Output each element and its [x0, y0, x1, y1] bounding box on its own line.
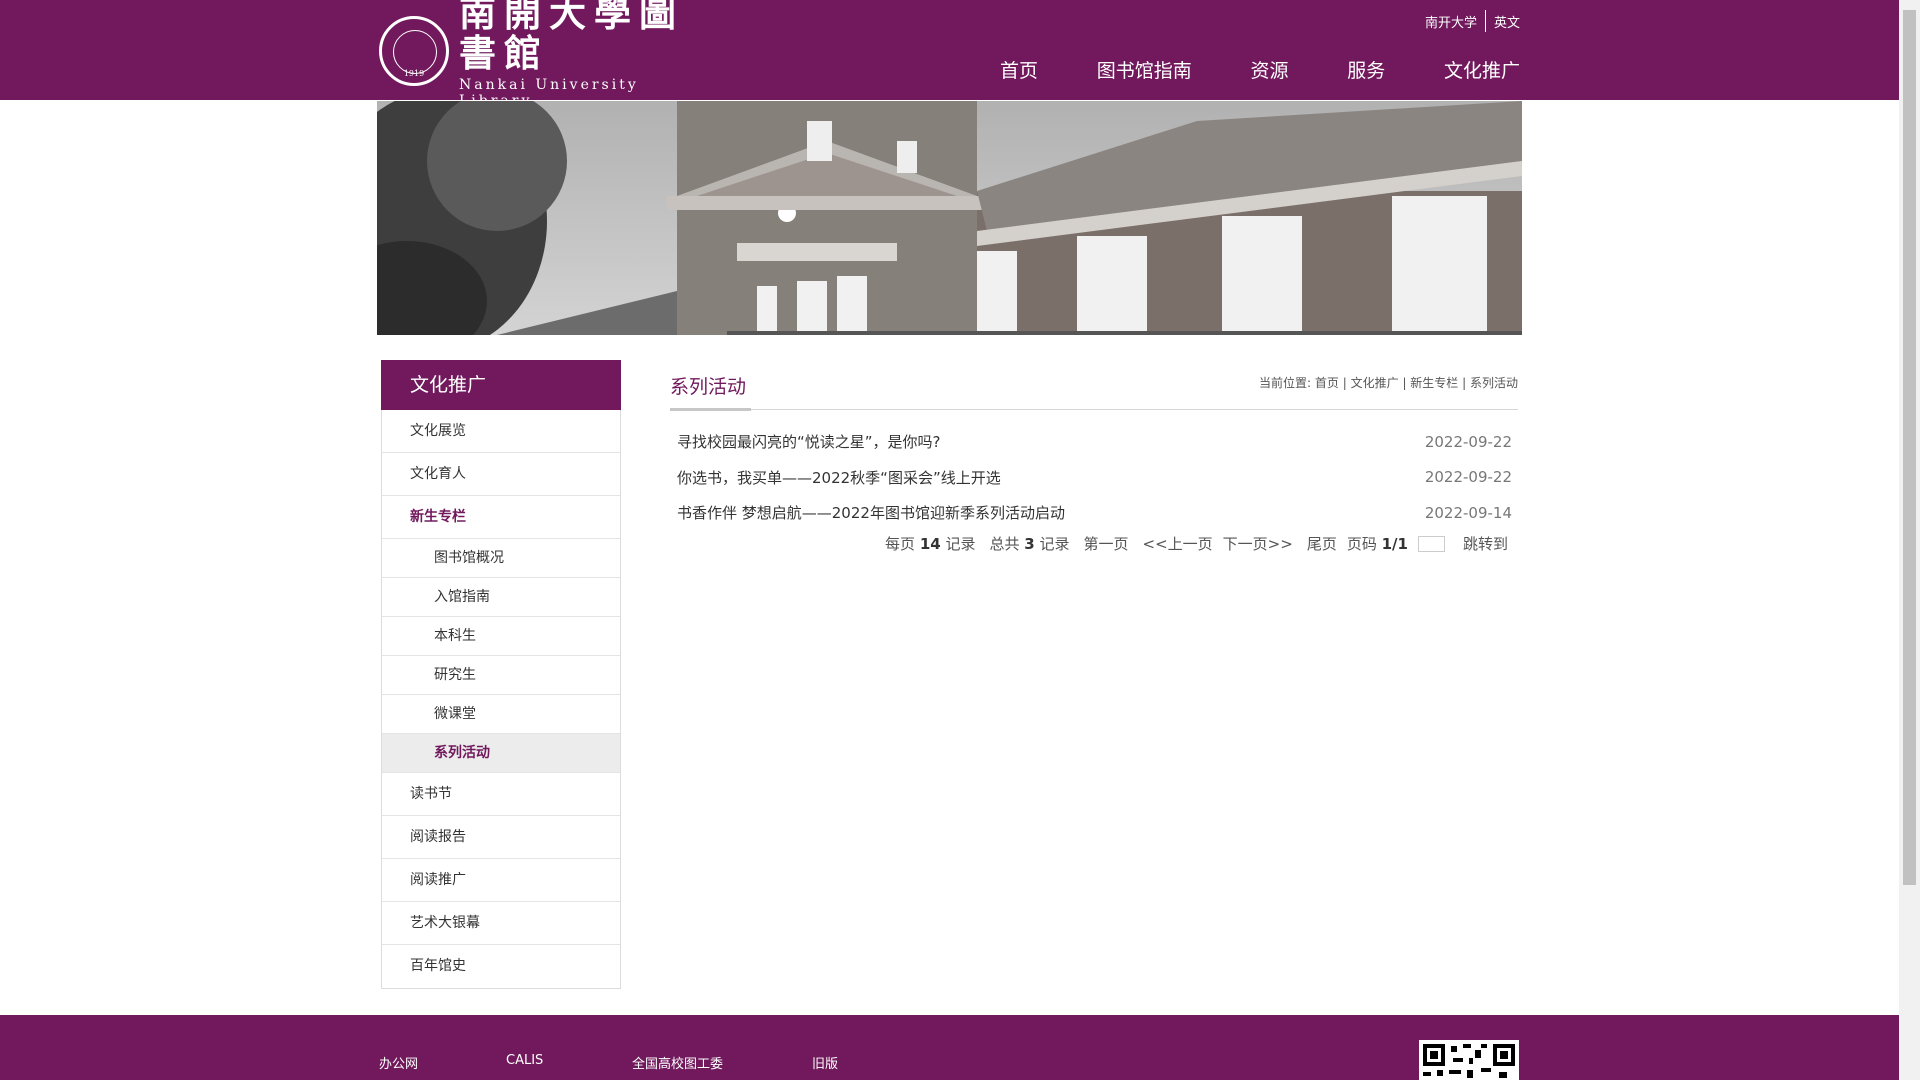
page-title: 系列活动 — [670, 376, 747, 398]
breadcrumb: 当前位置: 首页 | 文化推广 | 新生专栏 | 系列活动 — [1259, 376, 1518, 390]
footer-link-office[interactable]: 办公网 — [379, 1053, 506, 1072]
breadcrumb-home[interactable]: 首页 — [1315, 376, 1339, 390]
university-seal-icon: 1919 — [379, 16, 449, 86]
nav-library-guide[interactable]: 图书馆指南 — [1097, 56, 1192, 82]
news-title-link[interactable]: 你选书，我买单——2022秋季“图采会”线上开选 — [677, 467, 1001, 488]
list-item: 书香作伴 梦想启航——2022年图书馆迎新季系列活动启动 2022-09-14 — [670, 495, 1518, 531]
pager-total-value: 3 — [1024, 534, 1035, 553]
sidebar: 文化推广 文化展览 文化育人 新生专栏 图书馆概况 入馆指南 本科生 研究生 微… — [381, 360, 621, 989]
pager-per-page-prefix: 每页 — [885, 535, 916, 553]
top-links: 南开大学 英文 — [1410, 10, 1520, 32]
sidebar-item-reading-festival[interactable]: 读书节 — [382, 773, 620, 816]
news-title-link[interactable]: 书香作伴 梦想启航——2022年图书馆迎新季系列活动启动 — [677, 502, 1065, 523]
pagination: 每页 14 记录 总共 3 记录 第一页 <<上一页 下一页>> 尾页 页码 1… — [885, 533, 1508, 554]
breadcrumb-series[interactable]: 系列活动 — [1470, 376, 1518, 390]
breadcrumb-freshman[interactable]: 新生专栏 — [1410, 376, 1458, 390]
divider — [1484, 10, 1486, 32]
pager-page-label: 页码 — [1346, 535, 1377, 553]
pager-jump-button[interactable]: 跳转到 — [1463, 533, 1508, 554]
sidebar-title: 文化推广 — [381, 360, 621, 410]
site-header: 1919 南開大學圖書館 Nankai University Library 南… — [0, 0, 1899, 109]
sidebar-subitem-undergraduate[interactable]: 本科生 — [382, 617, 620, 656]
pager-total-records-label: 记录 — [1039, 535, 1070, 553]
footer-link-calis[interactable]: CALIS — [506, 1053, 632, 1072]
top-link-english[interactable]: 英文 — [1494, 12, 1520, 31]
news-list: 寻找校园最闪亮的“悦读之星”，是你吗? 2022-09-22 你选书，我买单——… — [670, 424, 1518, 531]
news-date: 2022-09-22 — [1424, 468, 1512, 487]
seal-year: 1919 — [403, 69, 425, 78]
footer-link-old-version[interactable]: 旧版 — [812, 1053, 838, 1072]
top-link-nankai[interactable]: 南开大学 — [1425, 12, 1477, 31]
sidebar-list: 文化展览 文化育人 新生专栏 图书馆概况 入馆指南 本科生 研究生 微课堂 系列… — [381, 410, 621, 989]
scrollbar-thumb[interactable] — [1903, 10, 1916, 885]
pager-last-link[interactable]: 尾页 — [1307, 533, 1337, 554]
list-item: 你选书，我买单——2022秋季“图采会”线上开选 2022-09-22 — [670, 460, 1518, 496]
pager-records-label: 记录 — [945, 535, 976, 553]
library-building-photo — [377, 101, 1522, 335]
footer-links: 办公网 CALIS 全国高校图工委 旧版 — [379, 1053, 838, 1072]
news-date: 2022-09-14 — [1424, 503, 1512, 522]
list-item: 寻找校园最闪亮的“悦读之星”，是你吗? 2022-09-22 — [670, 424, 1518, 460]
sidebar-subitem-micro-class[interactable]: 微课堂 — [382, 695, 620, 734]
breadcrumb-prefix: 当前位置: — [1259, 376, 1312, 390]
pager-next-link[interactable]: 下一页>> — [1223, 533, 1293, 554]
main-content: 系列活动 当前位置: 首页 | 文化推广 | 新生专栏 | 系列活动 寻找校园最… — [670, 360, 1518, 553]
news-date: 2022-09-22 — [1424, 432, 1512, 451]
page-scrollbar[interactable] — [1899, 0, 1920, 1080]
nav-resources[interactable]: 资源 — [1250, 56, 1288, 82]
sidebar-subitem-series-activities[interactable]: 系列活动 — [382, 734, 620, 773]
sidebar-item-freshman-column[interactable]: 新生专栏 — [382, 496, 620, 539]
qr-code-icon — [1419, 1040, 1519, 1080]
pager-prev-link[interactable]: <<上一页 — [1143, 533, 1213, 554]
title-underline — [670, 408, 751, 411]
breadcrumb-culture[interactable]: 文化推广 — [1351, 376, 1399, 390]
nav-home[interactable]: 首页 — [1000, 56, 1038, 82]
main-nav: 首页 图书馆指南 资源 服务 文化推广 — [1000, 56, 1520, 82]
sidebar-subitem-library-overview[interactable]: 图书馆概况 — [382, 539, 620, 578]
pager-first-link[interactable]: 第一页 — [1084, 533, 1129, 554]
news-title-link[interactable]: 寻找校园最闪亮的“悦读之星”，是你吗? — [677, 431, 941, 452]
nav-culture-promotion[interactable]: 文化推广 — [1444, 56, 1520, 82]
logo-chinese-name: 南開大學圖書館 — [459, 0, 684, 75]
pager-total-prefix: 总共 — [989, 535, 1020, 553]
library-logo[interactable]: 1919 南開大學圖書館 Nankai University Library — [379, 0, 709, 109]
sidebar-item-culture-exhibition[interactable]: 文化展览 — [382, 410, 620, 453]
sidebar-item-art-screen[interactable]: 艺术大银幕 — [382, 902, 620, 945]
sidebar-subitem-graduate[interactable]: 研究生 — [382, 656, 620, 695]
sidebar-item-culture-education[interactable]: 文化育人 — [382, 453, 620, 496]
sidebar-item-reading-promotion[interactable]: 阅读推广 — [382, 859, 620, 902]
nav-services[interactable]: 服务 — [1347, 56, 1385, 82]
footer-link-committee[interactable]: 全国高校图工委 — [632, 1053, 812, 1072]
pager-page-value: 1/1 — [1381, 534, 1408, 553]
sidebar-item-library-history[interactable]: 百年馆史 — [382, 945, 620, 988]
content-header: 系列活动 当前位置: 首页 | 文化推广 | 新生专栏 | 系列活动 — [670, 360, 1518, 411]
site-footer: 办公网 CALIS 全国高校图工委 旧版 — [0, 1015, 1899, 1080]
sidebar-item-reading-report[interactable]: 阅读报告 — [382, 816, 620, 859]
sidebar-subitem-entry-guide[interactable]: 入馆指南 — [382, 578, 620, 617]
banner-image — [377, 101, 1522, 335]
page-jump-input[interactable] — [1417, 535, 1445, 552]
pager-per-page-value: 14 — [919, 534, 941, 553]
